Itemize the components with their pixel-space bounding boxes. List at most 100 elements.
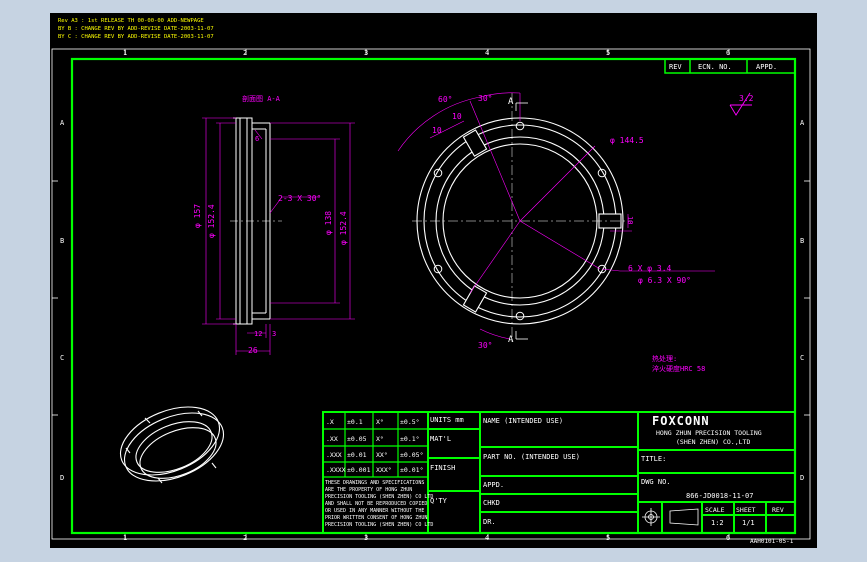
dim-angle-60: 60° bbox=[438, 95, 452, 104]
tol-3-a: .XXX bbox=[326, 451, 342, 459]
tol-1-b: ±0.1 bbox=[347, 418, 363, 426]
zone-top-6: 6 bbox=[726, 49, 730, 57]
appd-label: APPD. bbox=[483, 481, 504, 489]
disclaimer-5: OR USED IN ANY MANNER WITHOUT THE bbox=[325, 508, 424, 514]
dim-d138: φ 138 bbox=[324, 211, 333, 235]
tol-3-c: XX° bbox=[376, 451, 388, 459]
zone-right-d: D bbox=[800, 474, 804, 482]
dim-angle-30-bottom: 30° bbox=[478, 341, 492, 350]
zone-left-a: A bbox=[60, 119, 65, 127]
qty-label: Q'TY bbox=[430, 497, 448, 505]
partno-label: PART NO. (INTENDED USE) bbox=[483, 453, 580, 461]
isometric-view bbox=[119, 406, 225, 484]
dim-angle-30-top: 30° bbox=[478, 94, 492, 103]
ecn-header: ECN. NO. bbox=[698, 63, 732, 71]
title-label: TITLE: bbox=[641, 455, 666, 463]
appd-header: APPD. bbox=[756, 63, 777, 71]
zone-left-c: C bbox=[60, 354, 64, 362]
tol-2-c: X° bbox=[376, 435, 384, 443]
zone-left-b: B bbox=[60, 237, 64, 245]
brand-logo: FOXCONN bbox=[652, 414, 710, 428]
dim-d157: φ 157 bbox=[193, 204, 202, 228]
section-mark-bottom: A bbox=[508, 335, 514, 345]
revision-notes: Rev A3 : 1st RELEASE TH 00-00-00 ADD-NEW… bbox=[58, 18, 214, 40]
dim-d144-5: φ 144.5 bbox=[610, 136, 644, 145]
scale-value: 1:2 bbox=[711, 519, 724, 527]
zone-bottom-1: 1 bbox=[123, 534, 127, 542]
section-mark-top: A bbox=[508, 97, 514, 107]
dim-d152-4b: φ 152.4 bbox=[339, 211, 348, 245]
tol-4-d: ±0.01° bbox=[400, 466, 423, 474]
zone-right-b: B bbox=[800, 237, 804, 245]
sheet-value: 1/1 bbox=[742, 519, 755, 527]
dwg-label: DWG NO. bbox=[641, 478, 671, 486]
tol-1-c: X° bbox=[376, 418, 384, 426]
zone-top-5: 5 bbox=[606, 49, 610, 57]
dim-10b: 10 bbox=[452, 112, 462, 121]
zone-top-2: 2 bbox=[243, 49, 247, 57]
units-label: UNITS mm bbox=[430, 416, 464, 424]
finish-label: FINISH bbox=[430, 464, 455, 472]
company-line-1: HONG ZHUN PRECISION TOOLING bbox=[656, 429, 762, 437]
tol-2-d: ±0.1° bbox=[400, 435, 420, 443]
tol-1-d: ±0.5° bbox=[400, 418, 420, 426]
dim-d152-4: φ 152.4 bbox=[207, 204, 216, 238]
chkd-label: CHKD bbox=[483, 499, 500, 507]
tol-3-d: ±0.05° bbox=[400, 451, 423, 459]
zone-bottom-5: 5 bbox=[606, 534, 610, 542]
dim-slot-10: 10 bbox=[626, 216, 634, 224]
title-block: .X ±0.1 X° ±0.5° .XX ±0.05 X° ±0.1° .XXX… bbox=[322, 411, 796, 534]
dim-chamfer: 2-3 X 30° bbox=[278, 194, 321, 203]
note-line-2: BY B : CHANGE REV BY ADD-REVISE DATE-200… bbox=[58, 26, 214, 32]
cad-drawing[interactable]: Rev A3 : 1st RELEASE TH 00-00-00 ADD-NEW… bbox=[50, 13, 817, 548]
dwg-number: 866-JD0018-11-07 bbox=[686, 492, 753, 500]
dim-6: 6 bbox=[255, 135, 259, 143]
tol-2-b: ±0.05 bbox=[347, 435, 367, 443]
drawing-viewport[interactable]: Rev A3 : 1st RELEASE TH 00-00-00 ADD-NEW… bbox=[50, 13, 817, 548]
zone-bottom-3: 3 bbox=[364, 534, 368, 542]
zone-right-a: A bbox=[800, 119, 805, 127]
disclaimer-2: ARE THE PROPERTY OF HONG ZHUN bbox=[325, 487, 412, 493]
dim-w3: 3 bbox=[272, 330, 276, 338]
dr-label: DR. bbox=[483, 518, 496, 526]
revision-block: REV ECN. NO. APPD. bbox=[664, 58, 796, 74]
disclaimer-3: PRECISION TOOLING (SHEN ZHEN) CO LTD bbox=[325, 494, 433, 500]
zone-numbers: 1 2 3 4 5 6 1 2 3 4 5 6 bbox=[123, 49, 730, 542]
dim-holes-2: φ 6.3 X 90° bbox=[638, 276, 691, 285]
form-number: AAH0101-05-1 bbox=[750, 538, 794, 545]
zone-right-c: C bbox=[800, 354, 804, 362]
company-line-2: (SHEN ZHEN) CO.,LTD bbox=[676, 438, 750, 446]
zone-top-3: 3 bbox=[364, 49, 368, 57]
front-view: A A 60° 30° 30° 10 10 φ 144.5 6 X φ 3.4 … bbox=[397, 92, 715, 350]
heat-note-2: 淬火硬度HRC 58 bbox=[652, 364, 705, 373]
section-view: 剖面图 A-A φ 157 φ 152.4 φ 138 φ 152.4 6 2-… bbox=[193, 94, 355, 355]
name-label: NAME (INTENDED USE) bbox=[483, 417, 563, 425]
disclaimer-1: THESE DRAWINGS AND SPECIFICATIONS bbox=[325, 480, 424, 486]
zone-bottom-4: 4 bbox=[485, 534, 489, 542]
zone-bottom-6: 6 bbox=[726, 534, 730, 542]
disclaimer-4: AND SHALL NOT BE REPRODUCED COPIED bbox=[325, 501, 427, 507]
tol-4-c: XXX° bbox=[376, 466, 392, 474]
tol-4-a: .XXXX bbox=[326, 466, 346, 474]
scale-label: SCALE bbox=[705, 506, 725, 514]
tol-4-b: ±0.001 bbox=[347, 466, 371, 474]
matl-label: MAT'L bbox=[430, 435, 451, 443]
rev-header: REV bbox=[669, 63, 682, 71]
disclaimer-6: PRIOR WRITTEN CONSENT OF HONG ZHUN bbox=[325, 515, 427, 521]
heat-treat-note: 热处理: 淬火硬度HRC 58 bbox=[652, 354, 705, 373]
surface-finish-symbol: 3.2 bbox=[729, 92, 754, 116]
dim-w12: 12 bbox=[254, 330, 262, 338]
tol-1-a: .X bbox=[326, 418, 334, 426]
zone-bottom-2: 2 bbox=[243, 534, 247, 542]
zone-top-1: 1 bbox=[123, 49, 127, 57]
dim-10a: 10 bbox=[432, 126, 442, 135]
tol-2-a: .XX bbox=[326, 435, 338, 443]
tol-3-b: ±0.01 bbox=[347, 451, 367, 459]
rev-label: REV bbox=[772, 506, 784, 514]
surface-finish-value: 3.2 bbox=[739, 94, 754, 103]
disclaimer-7: PRECISION TOOLING (SHEN ZHEN) CO LTD bbox=[325, 522, 433, 528]
note-line-1: Rev A3 : 1st RELEASE TH 00-00-00 ADD-NEW… bbox=[58, 18, 204, 24]
note-line-3: BY C : CHANGE REV BY ADD-REVISE DATE-200… bbox=[58, 34, 214, 40]
zone-left-d: D bbox=[60, 474, 64, 482]
sheet-label: SHEET bbox=[736, 506, 756, 514]
